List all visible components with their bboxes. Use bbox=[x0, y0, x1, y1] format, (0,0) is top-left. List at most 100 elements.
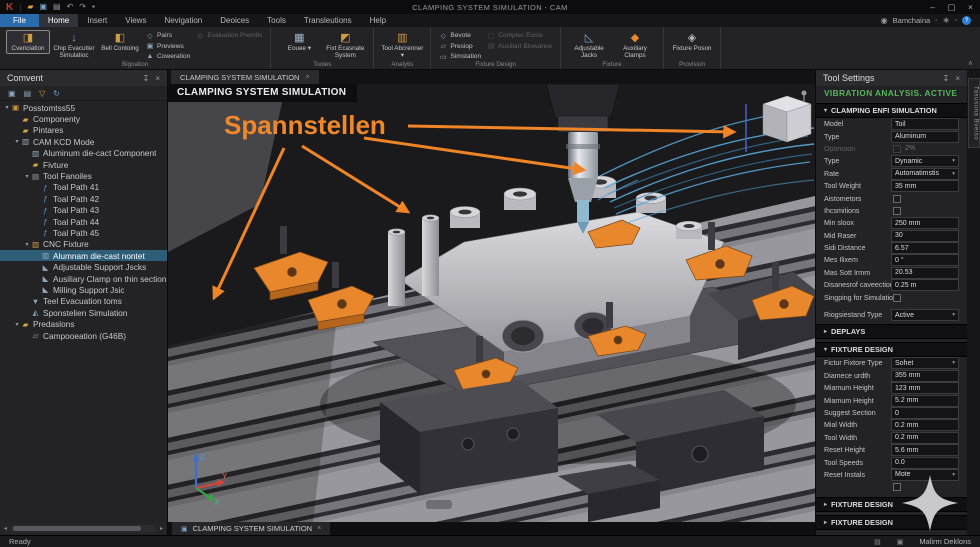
collapse-arrow-icon[interactable]: ▾ bbox=[13, 138, 21, 145]
viewport-tab[interactable]: CLAMPING SYSTEM SIMULATION × bbox=[171, 70, 319, 84]
scroll-left-icon[interactable]: ◂ bbox=[1, 525, 10, 532]
tree-item-posstomtss55[interactable]: ▾ ▣ Posstomtss55 bbox=[0, 102, 167, 113]
ribbon-button-complec-eoste[interactable]: ▢ Complec Eoste bbox=[487, 31, 552, 41]
close-icon[interactable]: × bbox=[155, 74, 160, 83]
field-select-type[interactable]: Dynamic ▾ bbox=[891, 155, 959, 168]
document-tab[interactable]: ▣ CLAMPING SYSTEM SIMULATION × bbox=[172, 522, 331, 535]
pin-icon[interactable]: ↧ bbox=[143, 74, 150, 83]
field-input-mial-width[interactable]: 0.2 mm bbox=[891, 419, 959, 432]
refresh-icon[interactable]: ↻ bbox=[53, 89, 60, 98]
field-input-diamece-urdth[interactable]: 355 mm bbox=[891, 369, 959, 382]
gear-icon[interactable]: ∗ bbox=[942, 15, 950, 26]
field-input-tool-weight[interactable]: 35 mm bbox=[891, 180, 959, 193]
tree-item-teel-evacuation-toms[interactable]: ▼ Teel Evacuation toms bbox=[0, 296, 167, 307]
save-icon[interactable]: ▣ bbox=[39, 0, 47, 14]
close-icon[interactable]: × bbox=[317, 525, 321, 532]
field-input-miamum-height[interactable]: 5.2 mm bbox=[891, 394, 959, 407]
tree-item-ausiliary-clamp-on-thin-sections[interactable]: ◣ Ausiliary Clamp on thin sections bbox=[0, 273, 167, 284]
field-input-sidi-distance[interactable]: 6.57 bbox=[891, 242, 959, 255]
collapse-arrow-icon[interactable]: ▾ bbox=[23, 241, 31, 248]
tree-item-cam-kcd-mode[interactable]: ▾ ▧ CAM KCD Mode bbox=[0, 136, 167, 147]
tree-item-campooeation-g46b[interactable]: ▱ Campooeation (G46B) bbox=[0, 330, 167, 341]
tree-item-pintares[interactable]: ▰ Pintares bbox=[0, 125, 167, 136]
ribbon-button-ausiliart-blowance[interactable]: ▤ Ausiliart Blowance bbox=[487, 42, 552, 52]
tree-item-aluminum-die-cact-component[interactable]: ▥ Aluminum die-cact Component bbox=[0, 148, 167, 159]
field-input-mas-sott-irmm[interactable]: 20.53 bbox=[891, 266, 959, 279]
redo-icon[interactable]: ↷ bbox=[79, 0, 86, 14]
tree-item-toal-path-44[interactable]: ƒ Toal Path 44 bbox=[0, 216, 167, 227]
details-icon[interactable]: ▤ bbox=[24, 89, 32, 98]
ribbon-button-evaluation-premits[interactable]: ◎ Evaluation Premits bbox=[196, 31, 262, 41]
account-name[interactable]: Bamchaina bbox=[893, 16, 931, 25]
maximize-button[interactable]: ▢ bbox=[942, 0, 961, 14]
close-button[interactable]: × bbox=[961, 0, 980, 14]
ribbon-button-cvenciation[interactable]: ◨ Cvenciation bbox=[6, 30, 50, 55]
checkbox[interactable] bbox=[893, 194, 901, 203]
help-icon[interactable]: ? bbox=[962, 16, 971, 25]
field-input-disanesrof-caveection[interactable]: 0.25 m bbox=[891, 279, 959, 292]
close-icon[interactable]: × bbox=[305, 74, 309, 81]
copy-icon[interactable]: ▣ bbox=[8, 89, 16, 98]
ribbon-collapse-icon[interactable]: ∧ bbox=[968, 59, 973, 67]
tree-item-cnc-fixture[interactable]: ▾ ▧ CNC Fixture bbox=[0, 239, 167, 250]
field-input-tool-speeds[interactable]: 0.0 bbox=[891, 456, 959, 469]
section-header-clamping-enfi-simulation-0[interactable]: ▾ CLAMPING ENFI SIMULATION bbox=[816, 103, 967, 118]
docked-panel-tab[interactable]: Tasusuna Bveiso bbox=[967, 78, 980, 149]
field-select-riogsiestand-type[interactable]: Active ▾ bbox=[891, 309, 959, 322]
checkbox[interactable] bbox=[893, 206, 901, 215]
menu-nevigation[interactable]: Nevigation bbox=[155, 14, 211, 27]
field-input-mes-ilixem[interactable]: 0 ° bbox=[891, 254, 959, 267]
collapse-arrow-icon[interactable]: ▾ bbox=[13, 321, 21, 328]
menu-tools[interactable]: Tools bbox=[258, 14, 295, 27]
field-input-reset-height[interactable]: 5.6 mm bbox=[891, 444, 959, 457]
section-header-deplays-1[interactable]: ▸ DEPLAYS bbox=[816, 324, 967, 340]
menu-transleutions[interactable]: Transleutions bbox=[295, 14, 361, 27]
field-input-tool-width[interactable]: 0.2 mm bbox=[891, 431, 959, 444]
collapse-arrow-icon[interactable]: ▾ bbox=[23, 173, 31, 180]
pin-icon[interactable]: ↧ bbox=[943, 74, 950, 83]
scroll-right-icon[interactable]: ▸ bbox=[157, 525, 166, 532]
ribbon-button-adjustable-jacks[interactable]: ◺ Adjustable Jacks bbox=[567, 30, 611, 61]
field-select-fictur-fixtore-type[interactable]: Sohet ▾ bbox=[891, 357, 959, 370]
horizontal-scrollbar[interactable]: ◂ ▸ bbox=[1, 523, 166, 534]
ribbon-button-fixt-ecasnate-system[interactable]: ◩ Fixt Ecasnate System bbox=[323, 30, 367, 61]
menu-file[interactable]: File bbox=[0, 14, 39, 27]
menu-home[interactable]: Home bbox=[38, 14, 79, 27]
tree-item-alumnam-die-cast-nontet[interactable]: ▥ Alumnam die-cast nontet bbox=[0, 250, 167, 262]
ribbon-button-bevote[interactable]: ◇ Bevote bbox=[439, 31, 481, 41]
ribbon-button-eouee[interactable]: ▦ Eouee ▾ bbox=[277, 30, 321, 54]
print-icon[interactable]: ▤ bbox=[53, 0, 61, 14]
field-input-suggest-section[interactable]: 0 bbox=[891, 407, 959, 419]
ribbon-button-pairs[interactable]: ◇ Pairs bbox=[146, 31, 190, 41]
menu-help[interactable]: Help bbox=[361, 14, 395, 27]
menu-deoices[interactable]: Deoices bbox=[211, 14, 258, 27]
tree-item-toal-path-43[interactable]: ƒ Toal Path 43 bbox=[0, 205, 167, 216]
tree-item-sponstelien-simulation[interactable]: ◭ Sponstelien Simulation bbox=[0, 307, 167, 318]
tree-item-toal-path-42[interactable]: ƒ Toal Path 42 bbox=[0, 193, 167, 204]
tree-item-toal-path-45[interactable]: ƒ Toal Path 45 bbox=[0, 227, 167, 238]
filter-icon[interactable]: ▽ bbox=[39, 89, 45, 98]
panel-icon[interactable]: ▣ bbox=[897, 538, 904, 546]
ribbon-button-presiop[interactable]: ▱ Presiop bbox=[439, 42, 481, 52]
checkbox[interactable] bbox=[893, 483, 901, 492]
ribbon-button-chip-evacutter-simulatioc[interactable]: ↓ Chip Evacutter Simulatioc bbox=[52, 30, 96, 61]
field-select-rate[interactable]: Automatimstis ▾ bbox=[891, 167, 959, 180]
field-input-miamum-height[interactable]: 123 mm bbox=[891, 382, 959, 395]
tree-item-tool-fanoiles[interactable]: ▾ ▤ Tool Fanoiles bbox=[0, 170, 167, 181]
section-header-fixture-design-2[interactable]: ▾ FIXTURE DESIGN bbox=[816, 342, 967, 358]
close-icon[interactable]: × bbox=[955, 74, 960, 83]
checkbox[interactable] bbox=[893, 293, 901, 302]
scroll-thumb[interactable] bbox=[13, 526, 141, 531]
ribbon-button-fixture-poson[interactable]: ◈ Fixture Poson bbox=[670, 30, 714, 54]
field-input-mid-raser[interactable]: 30 bbox=[891, 229, 959, 242]
undo-icon[interactable]: ↶ bbox=[67, 0, 74, 14]
ribbon-button-tool-abcrenner[interactable]: ▥ Tool Abcrenner ▾ bbox=[380, 30, 424, 61]
field-input-min-sloox[interactable]: 250 mm bbox=[891, 217, 959, 230]
menu-views[interactable]: Views bbox=[116, 14, 155, 27]
tree-item-fivture[interactable]: ▰ Fivture bbox=[0, 159, 167, 170]
scroll-track[interactable] bbox=[11, 525, 156, 532]
menu-insert[interactable]: Insert bbox=[78, 14, 116, 27]
tree-item-toal-path-41[interactable]: ƒ Toal Path 41 bbox=[0, 182, 167, 193]
collapse-arrow-icon[interactable]: ▾ bbox=[3, 104, 11, 111]
tree-item-predaslons[interactable]: ▾ ▰ Predaslons bbox=[0, 318, 167, 329]
